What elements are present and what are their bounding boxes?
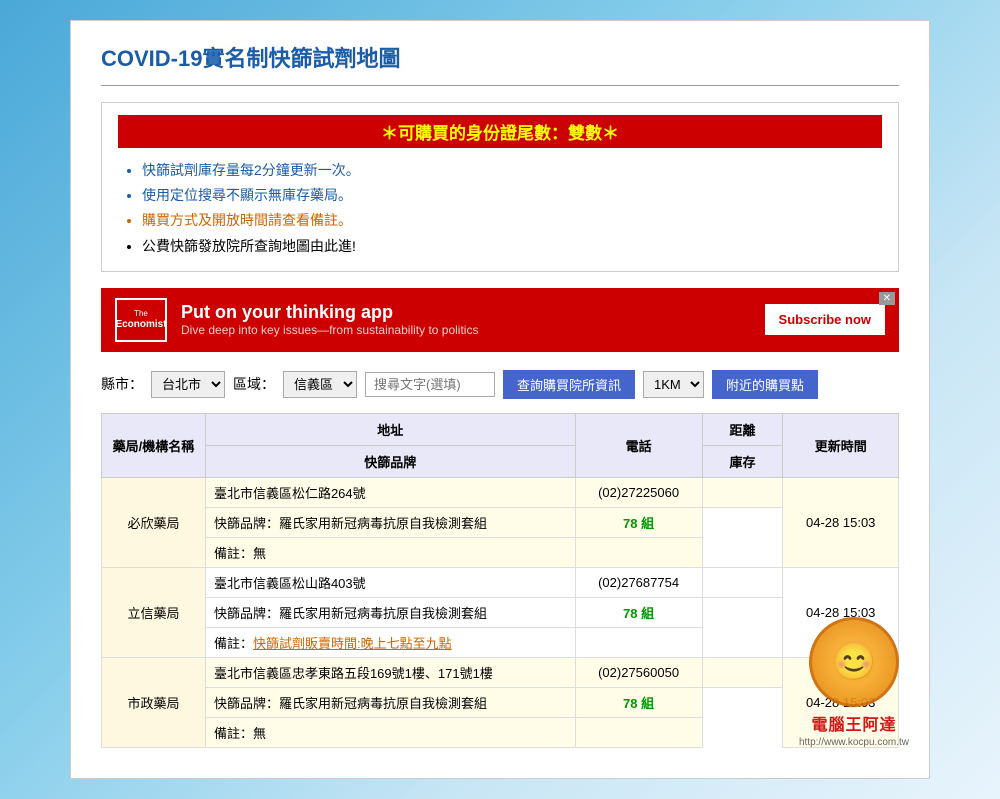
pharmacy-table: 藥局/機構名稱 地址 電話 距離 更新時間 快篩品牌 庫存 必欣藥局 臺北市信義… (101, 413, 899, 748)
ad-close-button[interactable]: ✕ (879, 292, 895, 305)
pharmacy-remark-2: 備註：快篩試劑販賣時間:晚上七點至九點 (205, 627, 575, 657)
ad-headline: Put on your thinking app (181, 302, 765, 323)
watermark-face: 😊 (832, 644, 877, 680)
pharmacy-brand-1: 快篩品牌：羅氏家用新冠病毒抗原自我檢測套組 (205, 507, 575, 537)
table-row: 快篩品牌：羅氏家用新冠病毒抗原自我檢測套組 78 組 (102, 687, 899, 717)
pharmacy-name-2: 立信藥局 (102, 567, 206, 657)
pharmacy-address-2: 臺北市信義區松山路403號 (205, 567, 575, 597)
pharmacy-name-1: 必欣藥局 (102, 477, 206, 567)
search-input[interactable] (365, 372, 495, 397)
district-select[interactable]: 信義區 大安區 中正區 中山區 松山區 內湖區 (283, 371, 357, 398)
pharmacy-update-1: 04-28 15:03 (783, 477, 899, 567)
remark-text-3: 無 (253, 726, 266, 741)
pharmacy-distance-2 (702, 567, 783, 597)
th-stock: 庫存 (702, 445, 783, 477)
logo-the: The (134, 309, 148, 319)
pharmacy-phone-1: (02)27225060 (575, 477, 702, 507)
county-select[interactable]: 台北市 新北市 桃園市 台中市 台南市 高雄市 (151, 371, 225, 398)
th-update: 更新時間 (783, 413, 899, 477)
title-divider (101, 85, 899, 86)
notice-box: ＊可購買的身份證尾數：雙數＊ 快篩試劑庫存量每2分鐘更新一次。 使用定位搜尋不顯… (101, 102, 899, 272)
table-row: 快篩品牌：羅氏家用新冠病毒抗原自我檢測套組 78 組 (102, 597, 899, 627)
page-title: COVID-19實名制快篩試劑地圖 (101, 41, 899, 73)
table-row: 必欣藥局 臺北市信義區松仁路264號 (02)27225060 04-28 15… (102, 477, 899, 507)
th-name: 藥局/機構名稱 (102, 413, 206, 477)
watermark-url: http://www.kocpu.com.tw (799, 737, 909, 748)
remark-link-2[interactable]: 快篩試劑販賣時間:晚上七點至九點 (253, 636, 452, 651)
pharmacy-distance-1 (702, 477, 783, 507)
table-row: 備註：無 (102, 537, 899, 567)
pharmacy-distance-3 (702, 657, 783, 687)
pharmacy-phone-3: (02)27560050 (575, 657, 702, 687)
main-container: COVID-19實名制快篩試劑地圖 ＊可購買的身份證尾數：雙數＊ 快篩試劑庫存量… (70, 20, 930, 779)
economist-logo: The Economist (115, 298, 167, 342)
ad-subtext: Dive deep into key issues—from sustainab… (181, 323, 765, 337)
table-row: 市政藥局 臺北市信義區忠孝東路五段169號1樓、171號1樓 (02)27560… (102, 657, 899, 687)
pharmacy-brand-3: 快篩品牌：羅氏家用新冠病毒抗原自我檢測套組 (205, 687, 575, 717)
pharmacy-stock-1: 78 組 (575, 507, 702, 537)
th-brand: 快篩品牌 (205, 445, 575, 477)
table-row: 備註：快篩試劑販賣時間:晚上七點至九點 (102, 627, 899, 657)
notice-item-4: 公費快篩發放院所查詢地圖由此進! (142, 234, 882, 259)
table-row: 備註：無 (102, 717, 899, 747)
th-phone: 電話 (575, 413, 702, 477)
pharmacy-address-3: 臺北市信義區忠孝東路五段169號1樓、171號1樓 (205, 657, 575, 687)
table-row: 快篩品牌：羅氏家用新冠病毒抗原自我檢測套組 78 組 (102, 507, 899, 537)
pharmacy-brand-2: 快篩品牌：羅氏家用新冠病毒抗原自我檢測套組 (205, 597, 575, 627)
th-address: 地址 (205, 413, 575, 445)
county-label: 縣市： (101, 374, 143, 394)
watermark-circle: 😊 (809, 617, 899, 707)
pharmacy-name-3: 市政藥局 (102, 657, 206, 747)
table-row: 立信藥局 臺北市信義區松山路403號 (02)27687754 04-28 15… (102, 567, 899, 597)
notice-item-1: 快篩試劑庫存量每2分鐘更新一次。 (142, 158, 882, 183)
watermark-brand: 電腦王阿達 (811, 711, 896, 735)
notice-list: 快篩試劑庫存量每2分鐘更新一次。 使用定位搜尋不顯示無庫存藥局。 購買方式及開放… (118, 158, 882, 259)
nearby-button[interactable]: 附近的購買點 (712, 370, 818, 399)
pharmacy-remark-1: 備註：無 (205, 537, 575, 567)
district-label: 區域： (233, 374, 275, 394)
notice-item-3: 購買方式及開放時間請查看備註。 (142, 208, 882, 233)
pharmacy-stock-2: 78 組 (575, 597, 702, 627)
ad-banner: The Economist Put on your thinking app D… (101, 288, 899, 352)
pharmacy-remark-3: 備註：無 (205, 717, 575, 747)
subscribe-button[interactable]: Subscribe now (765, 304, 885, 335)
remark-text-1: 無 (253, 546, 266, 561)
notice-item-2: 使用定位搜尋不顯示無庫存藥局。 (142, 183, 882, 208)
notice-title: ＊可購買的身份證尾數：雙數＊ (118, 115, 882, 148)
pharmacy-phone-2: (02)27687754 (575, 567, 702, 597)
filter-row: 縣市： 台北市 新北市 桃園市 台中市 台南市 高雄市 區域： 信義區 大安區 … (101, 370, 899, 399)
query-button[interactable]: 查詢購買院所資訊 (503, 370, 635, 399)
distance-select[interactable]: 1KM 2KM 3KM 5KM (643, 371, 704, 398)
ad-text-block: Put on your thinking app Dive deep into … (181, 302, 765, 337)
logo-economist: Economist (115, 319, 166, 331)
pharmacy-address-1: 臺北市信義區松仁路264號 (205, 477, 575, 507)
pharmacy-stock-3: 78 組 (575, 687, 702, 717)
th-distance: 距離 (702, 413, 783, 445)
watermark: 😊 電腦王阿達 http://www.kocpu.com.tw (799, 617, 909, 748)
